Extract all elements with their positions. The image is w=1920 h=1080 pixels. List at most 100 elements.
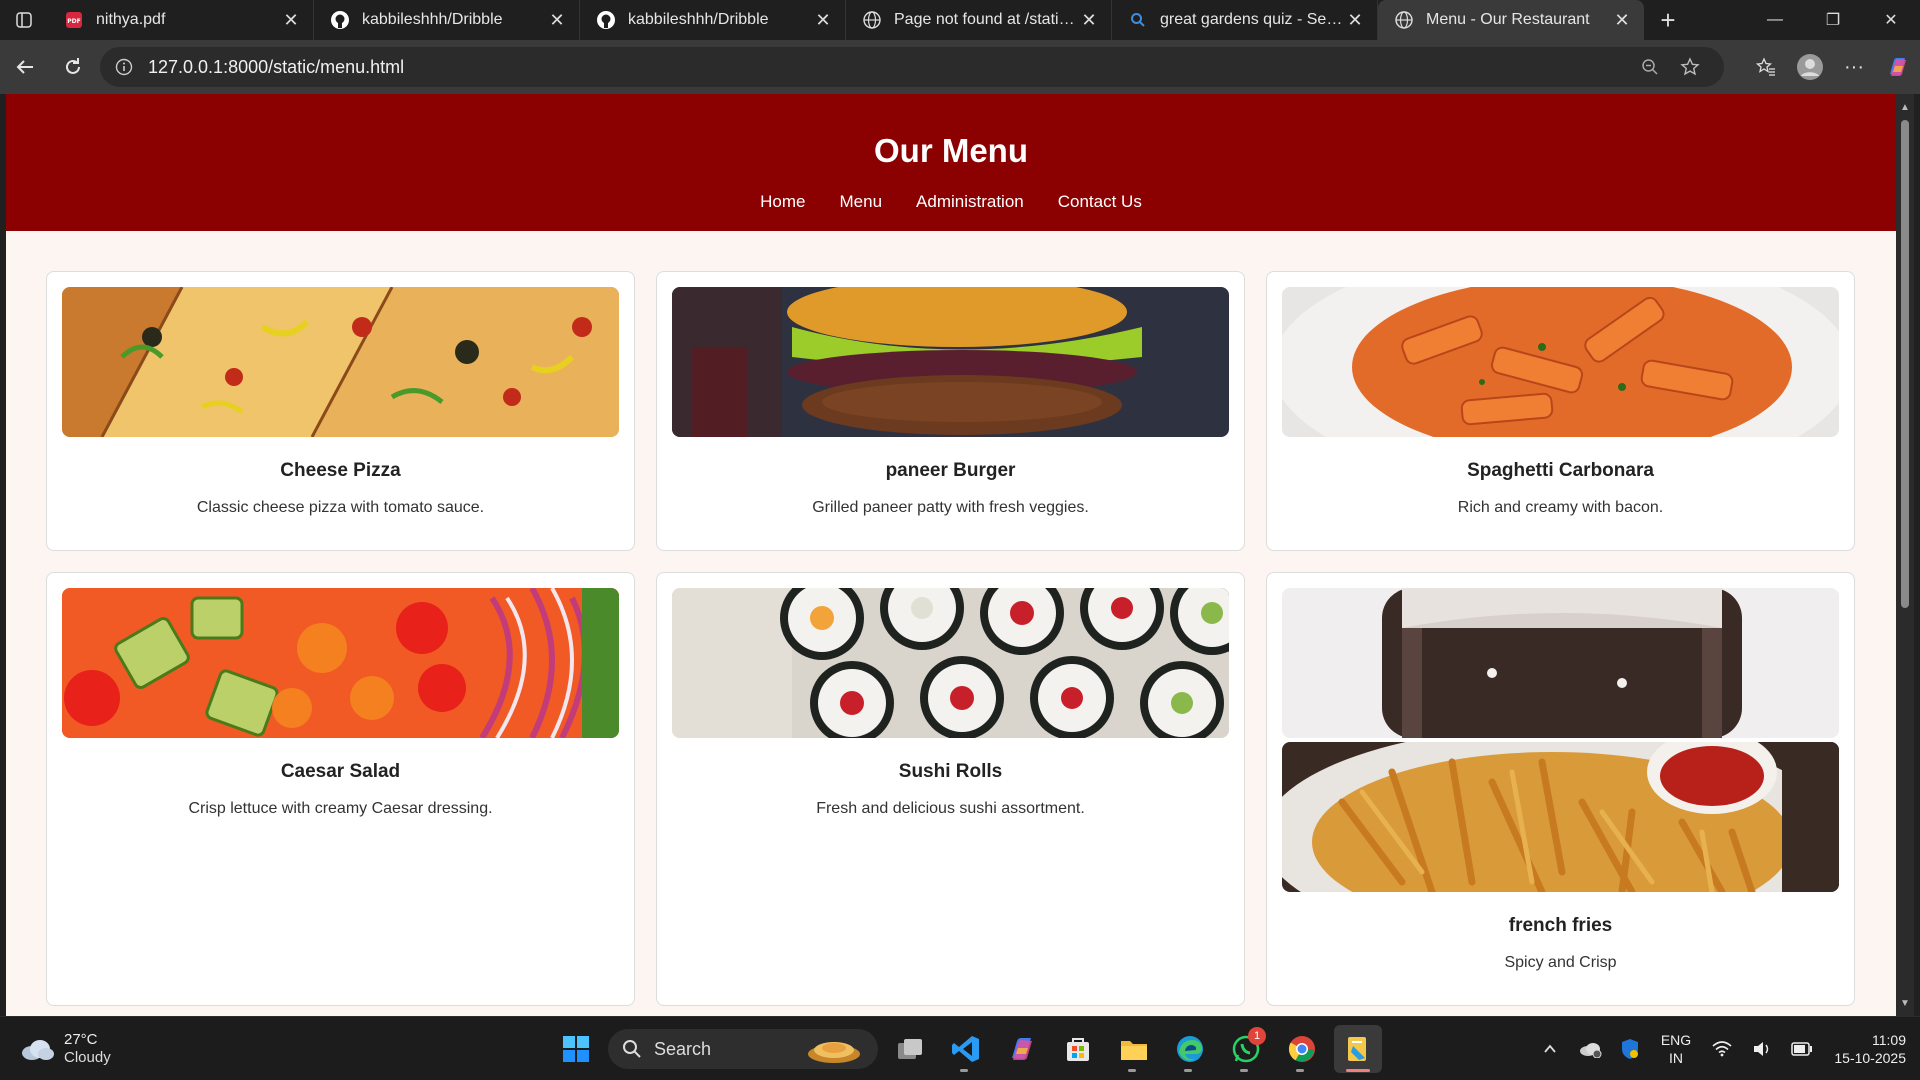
address-bar[interactable]: 127.0.0.1:8000/static/menu.html — [100, 47, 1724, 87]
menu-item-description: Rich and creamy with bacon. — [1457, 499, 1664, 516]
menu-item-description: Fresh and delicious sushi assortment. — [816, 800, 1085, 817]
site-header: Our Menu Home Menu Administration Contac… — [6, 94, 1896, 231]
system-tray: ENG IN 11:09 15-10-2025 — [1530, 1017, 1920, 1080]
menu-item-description: Spicy and Crisp — [1504, 954, 1617, 971]
tab-title: kabbileshhh/Dribble — [362, 11, 503, 28]
browser-pdf-app[interactable] — [1334, 1025, 1382, 1073]
scroll-up-icon[interactable]: ▲ — [1896, 98, 1914, 116]
edge-app[interactable] — [1166, 1025, 1214, 1073]
chevron-up-icon[interactable] — [1530, 1041, 1570, 1057]
browser-toolbar-right: ··· — [1744, 40, 1920, 94]
tab-menu-restaurant[interactable]: Menu - Our Restaurant ✕ — [1378, 0, 1644, 40]
minimize-button[interactable]: — — [1746, 0, 1804, 40]
info-icon[interactable] — [114, 57, 134, 77]
security-shield-icon[interactable] — [1610, 1038, 1650, 1060]
github-icon — [596, 10, 616, 30]
running-indicator — [1240, 1069, 1248, 1072]
address-toolbar: 127.0.0.1:8000/static/menu.html ··· — [0, 40, 1920, 94]
back-button[interactable] — [2, 47, 48, 87]
copilot-app[interactable] — [998, 1025, 1046, 1073]
search-label: Search — [654, 1038, 712, 1059]
vscode-app[interactable] — [942, 1025, 990, 1073]
tab-github-2[interactable]: kabbileshhh/Dribble ✕ — [580, 0, 846, 40]
running-indicator — [1346, 1069, 1370, 1072]
nav-link-administration[interactable]: Administration — [916, 192, 1024, 212]
fries-image — [1282, 742, 1839, 892]
window-controls: — ❐ ✕ — [1746, 0, 1920, 40]
close-icon[interactable]: ✕ — [281, 10, 301, 30]
close-icon[interactable]: ✕ — [1079, 10, 1099, 30]
new-tab-button[interactable]: + — [1644, 0, 1692, 40]
task-view-icon — [898, 1039, 922, 1059]
dessert-jar-image — [1282, 588, 1839, 738]
language-code: ENG — [1660, 1032, 1692, 1048]
pizza-image — [62, 287, 619, 437]
close-icon[interactable]: ✕ — [1612, 10, 1632, 30]
page-scrollbar[interactable]: ▲ ▼ — [1896, 94, 1914, 1016]
page-viewport: Our Menu Home Menu Administration Contac… — [6, 94, 1896, 1016]
weather-description: Cloudy — [64, 1049, 111, 1066]
windows-icon — [563, 1036, 589, 1062]
whatsapp-app[interactable]: 1 — [1222, 1025, 1270, 1073]
svg-text:PDF: PDF — [67, 18, 80, 25]
chrome-app[interactable] — [1278, 1025, 1326, 1073]
tab-nithya-pdf[interactable]: PDF nithya.pdf ✕ — [48, 0, 314, 40]
arrow-left-icon — [16, 60, 33, 74]
restore-button[interactable]: ❐ — [1804, 0, 1862, 40]
close-icon[interactable]: ✕ — [813, 10, 833, 30]
file-explorer-app[interactable] — [1110, 1025, 1158, 1073]
language-indicator[interactable]: ENG IN — [1650, 1031, 1702, 1067]
burger-image — [672, 287, 1229, 437]
search-highlight-icon — [808, 1042, 860, 1063]
github-icon — [330, 10, 350, 30]
tab-search[interactable]: great gardens quiz - Search ✕ — [1112, 0, 1378, 40]
store-app[interactable] — [1054, 1025, 1102, 1073]
tab-title: great gardens quiz - Search — [1160, 11, 1345, 28]
favorite-star-icon[interactable] — [1670, 57, 1710, 77]
menu-item-name: paneer Burger — [885, 460, 1016, 481]
zoom-icon[interactable] — [1630, 57, 1670, 77]
taskbar-search[interactable]: Search — [608, 1029, 878, 1069]
task-view-button[interactable] — [886, 1025, 934, 1073]
tab-page-not-found[interactable]: Page not found at /static/ho ✕ — [846, 0, 1112, 40]
clock-date: 15-10-2025 — [1834, 1050, 1906, 1066]
refresh-button[interactable] — [50, 47, 96, 87]
start-button[interactable] — [552, 1025, 600, 1073]
tab-github-1[interactable]: kabbileshhh/Dribble ✕ — [314, 0, 580, 40]
more-options-icon[interactable]: ··· — [1832, 47, 1876, 87]
scroll-down-icon[interactable]: ▼ — [1896, 994, 1914, 1012]
menu-item-name: Cheese Pizza — [280, 460, 401, 481]
scrollbar-thumb[interactable] — [1901, 120, 1909, 608]
store-icon — [1067, 1038, 1089, 1061]
wifi-icon[interactable] — [1702, 1041, 1742, 1057]
edge-icon — [1177, 1036, 1203, 1062]
document-app-icon — [1348, 1037, 1366, 1061]
clock[interactable]: 11:09 15-10-2025 — [1822, 1031, 1920, 1067]
close-window-button[interactable]: ✕ — [1862, 0, 1920, 40]
nav-link-contact[interactable]: Contact Us — [1058, 192, 1142, 212]
close-icon[interactable]: ✕ — [547, 10, 567, 30]
profile-avatar[interactable] — [1788, 47, 1832, 87]
menu-item-name: Spaghetti Carbonara — [1467, 460, 1654, 481]
close-icon[interactable]: ✕ — [1345, 10, 1365, 30]
notification-badge: 1 — [1248, 1027, 1266, 1045]
menu-card: french fries Spicy and Crisp — [1266, 572, 1855, 1006]
running-indicator — [1128, 1069, 1136, 1072]
menu-item-name: Caesar Salad — [280, 761, 401, 782]
url-text[interactable]: 127.0.0.1:8000/static/menu.html — [148, 57, 1630, 78]
nav-link-menu[interactable]: Menu — [840, 192, 883, 212]
battery-icon[interactable] — [1782, 1042, 1822, 1056]
tab-actions-button[interactable] — [0, 0, 48, 40]
nav-link-home[interactable]: Home — [760, 192, 805, 212]
copilot-icon[interactable] — [1876, 47, 1920, 87]
weather-widget[interactable]: 27°C Cloudy — [20, 1031, 111, 1067]
menu-card: Sushi Rolls Fresh and delicious sushi as… — [656, 572, 1245, 1006]
pasta-image — [1282, 287, 1839, 437]
cloud-icon — [22, 1040, 54, 1060]
tab-title: Menu - Our Restaurant — [1426, 11, 1590, 28]
chrome-icon — [1288, 1036, 1315, 1062]
onedrive-icon[interactable] — [1570, 1040, 1610, 1058]
copilot-icon — [1012, 1038, 1032, 1060]
favorites-icon[interactable] — [1744, 47, 1788, 87]
volume-icon[interactable] — [1742, 1041, 1782, 1057]
